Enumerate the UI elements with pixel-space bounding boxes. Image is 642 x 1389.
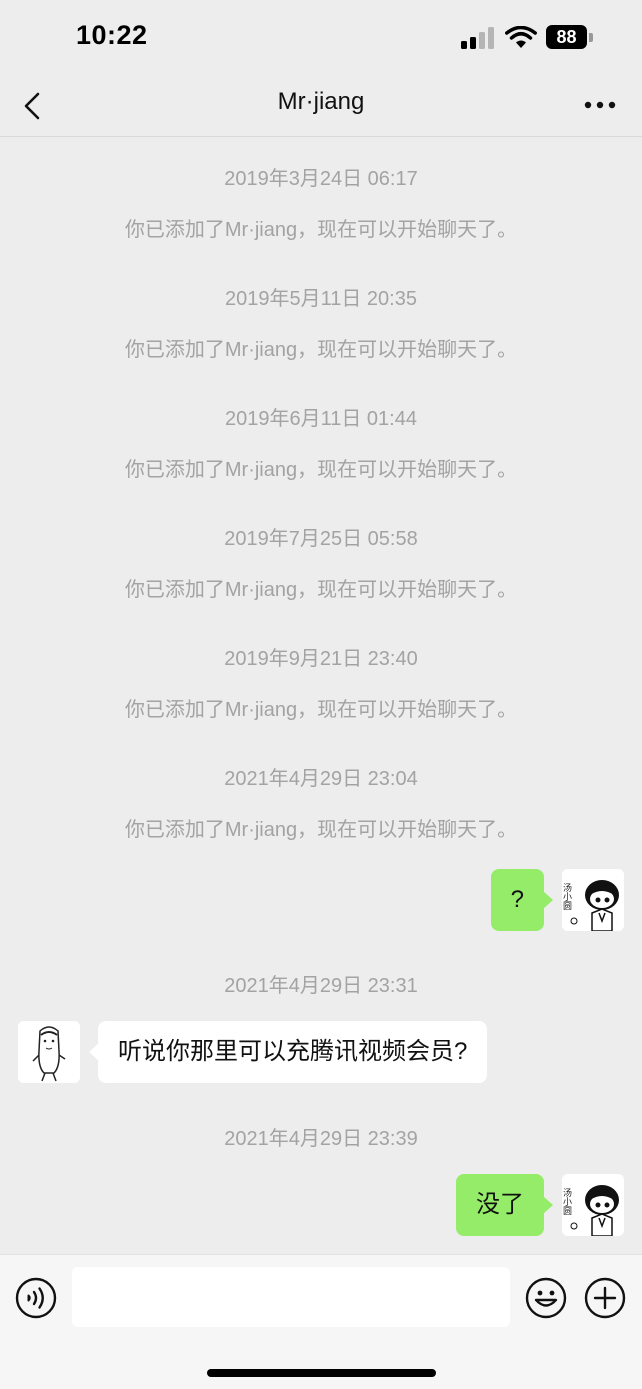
home-indicator [207, 1369, 436, 1377]
system-message: 你已添加了Mr·jiang，现在可以开始聊天了。 [124, 819, 518, 841]
contact-avatar[interactable] [18, 1021, 80, 1083]
avatar-text: 汤小圆 [562, 883, 572, 911]
my-avatar-image: 汤小圆 [562, 1174, 624, 1236]
timestamp: 2019年5月11日 20:35 [225, 288, 417, 310]
battery-icon: 88 [546, 25, 593, 49]
my-avatar[interactable]: 汤小圆 [562, 869, 624, 931]
my-avatar-image: 汤小圆 [562, 869, 624, 931]
system-message: 你已添加了Mr·jiang，现在可以开始聊天了。 [124, 459, 518, 481]
system-message: 你已添加了Mr·jiang，现在可以开始聊天了。 [124, 699, 518, 721]
signal-icon [461, 27, 494, 49]
system-message: 你已添加了Mr·jiang，现在可以开始聊天了。 [124, 219, 518, 241]
battery-level: 88 [556, 27, 577, 47]
voice-icon[interactable] [15, 1277, 57, 1319]
my-avatar[interactable]: 汤小圆 [562, 1174, 624, 1236]
timestamp: 2021年4月29日 23:31 [224, 975, 418, 997]
message-input[interactable] [72, 1267, 510, 1327]
avatar-text: 汤小圆 [562, 1188, 572, 1216]
outgoing-message-bubble[interactable]: 没了 [456, 1174, 553, 1236]
chat-title: Mr·jiang [277, 88, 365, 115]
timestamp: 2019年9月21日 23:40 [224, 648, 418, 670]
system-message: 你已添加了Mr·jiang，现在可以开始聊天了。 [124, 579, 518, 601]
outgoing-message-bubble[interactable]: ? [490, 869, 554, 931]
nav-bar: Mr·jiang [0, 78, 642, 137]
wifi-icon [505, 26, 537, 48]
timestamp: 2019年6月11日 01:44 [225, 408, 417, 430]
more-dots-icon[interactable] [580, 90, 620, 120]
contact-avatar-image [18, 1021, 80, 1083]
system-message: 你已添加了Mr·jiang，现在可以开始聊天了。 [124, 339, 518, 361]
status-bar: 10:22 88 [0, 0, 642, 78]
emoji-icon[interactable] [525, 1277, 567, 1319]
incoming-message-bubble[interactable]: 听说你那里可以充腾讯视频会员? [88, 1021, 488, 1083]
status-time: 10:22 [76, 20, 148, 50]
timestamp: 2021年4月29日 23:39 [224, 1128, 418, 1150]
plus-icon[interactable] [584, 1277, 626, 1319]
timestamp: 2019年3月24日 06:17 [224, 168, 418, 190]
timestamp: 2021年4月29日 23:04 [224, 768, 418, 790]
timestamp: 2019年7月25日 05:58 [224, 528, 418, 550]
chat-area[interactable]: 2019年3月24日 06:17 你已添加了Mr·jiang，现在可以开始聊天了… [0, 138, 642, 1254]
